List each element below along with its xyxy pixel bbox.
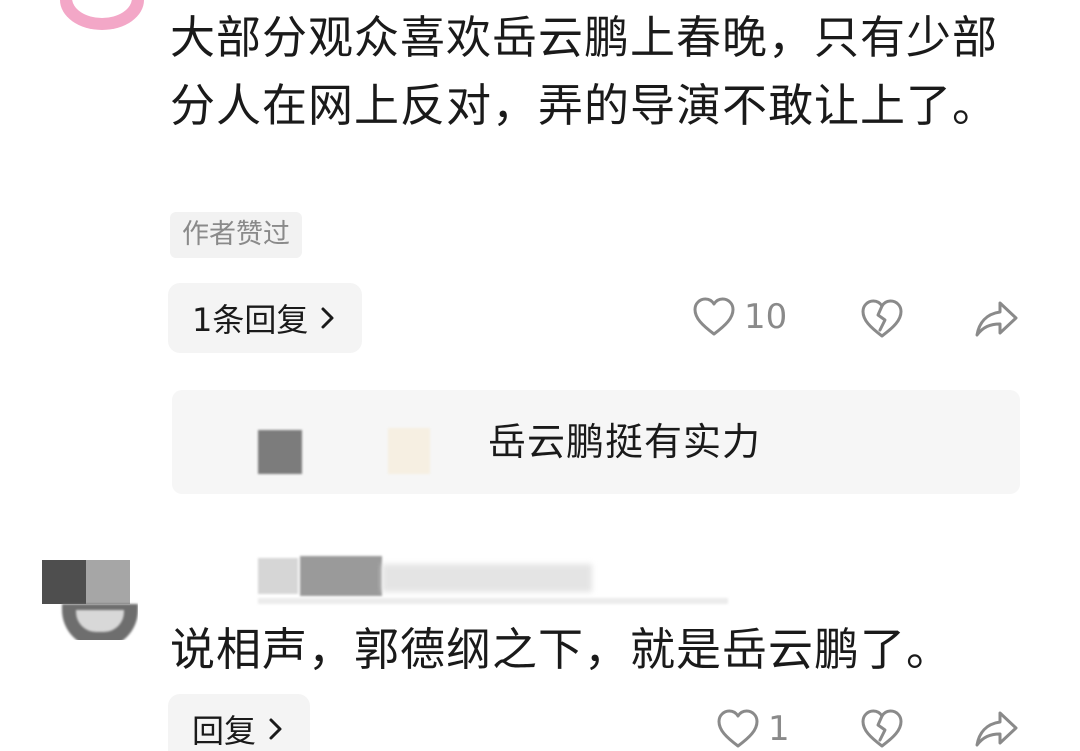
heart-outline-icon <box>717 709 759 748</box>
reply-label: 回复 <box>192 712 257 750</box>
author-liked-badge: 作者赞过 <box>170 212 302 258</box>
like-count: 1 <box>768 709 790 749</box>
reply-author-avatar <box>258 430 302 474</box>
like-button[interactable]: 10 <box>692 296 787 338</box>
chevron-right-icon <box>269 718 282 740</box>
like-count: 10 <box>744 297 788 337</box>
reply-preview-text: 岳云鹏挺有实力 <box>488 420 762 464</box>
broken-heart-icon <box>861 709 903 748</box>
share-button[interactable] <box>974 298 1020 340</box>
share-arrow-icon <box>975 711 1018 747</box>
avatar[interactable] <box>42 556 138 640</box>
dislike-button[interactable] <box>860 708 904 750</box>
comment-text: 大部分观众喜欢岳云鹏上春晚，只有少部分人在网上反对，弄的导演不敢让上了。 <box>170 11 999 132</box>
view-replies-button[interactable]: 1条回复 <box>168 283 363 353</box>
share-arrow-icon <box>975 301 1018 337</box>
avatar[interactable] <box>60 0 144 30</box>
broken-heart-icon <box>861 299 903 338</box>
like-button[interactable]: 1 <box>716 708 790 750</box>
reply-count-label: 1条回复 <box>192 301 309 339</box>
comment-text: 说相声，郭德纲之下，就是岳云鹏了。 <box>170 623 953 676</box>
username[interactable] <box>258 556 728 616</box>
reply-author-name <box>388 428 430 474</box>
reply-button[interactable]: 回复 <box>168 694 311 751</box>
share-button[interactable] <box>974 708 1020 750</box>
reply-preview[interactable]: 岳云鹏挺有实力 <box>172 390 1020 494</box>
heart-outline-icon <box>693 297 735 336</box>
chevron-right-icon <box>321 307 334 329</box>
dislike-button[interactable] <box>860 298 904 340</box>
